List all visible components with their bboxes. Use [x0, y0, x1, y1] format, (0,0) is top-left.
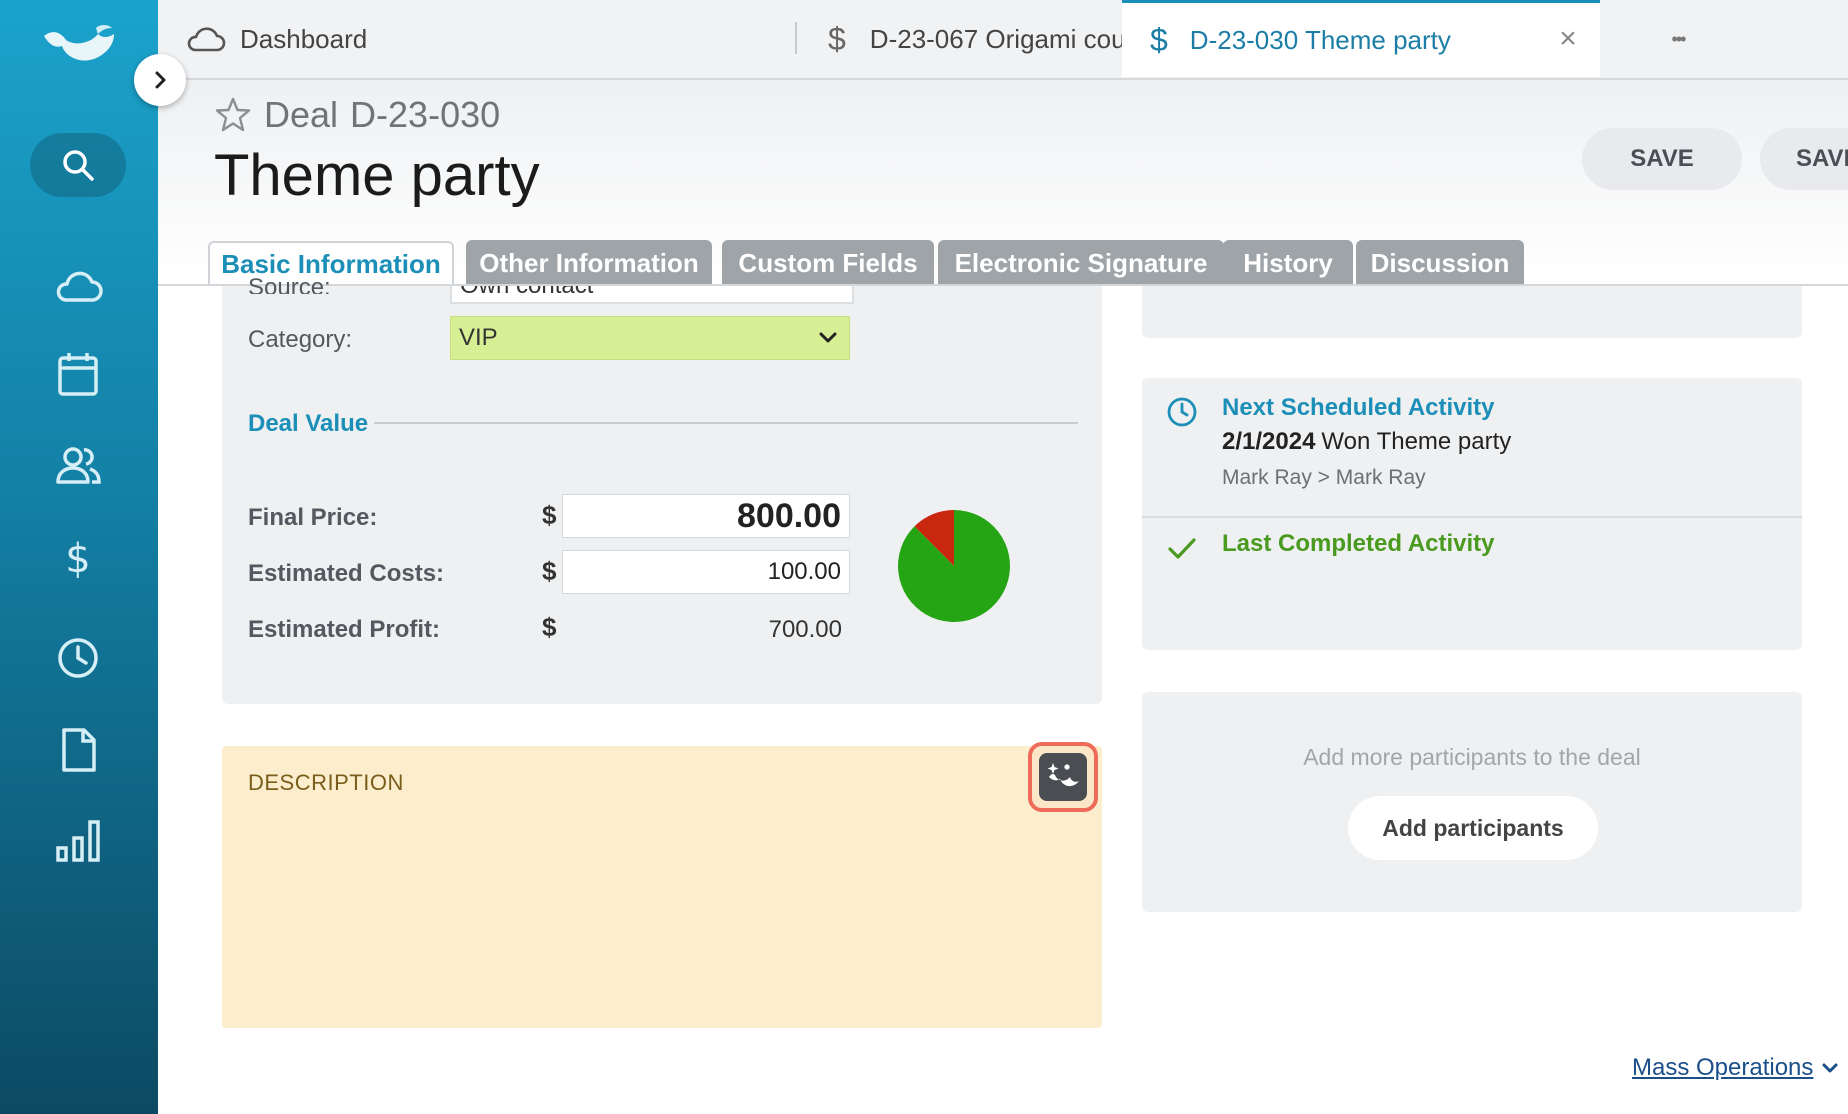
estimated-costs-input[interactable]: 100.00 [562, 550, 850, 594]
estimated-costs-label: Estimated Costs: [248, 560, 445, 587]
tab-electronic-signature[interactable]: Electronic Signature [938, 240, 1224, 286]
source-select[interactable]: Own contact [450, 286, 854, 304]
divider [1142, 516, 1802, 518]
clock-icon[interactable] [52, 632, 104, 684]
next-activity-title[interactable]: Next Scheduled Activity [1222, 394, 1495, 422]
next-activity-summary[interactable]: 2/1/2024 Won Theme party [1222, 428, 1511, 456]
description-panel[interactable]: DESCRIPTION [222, 742, 1102, 1028]
tab-label: Dashboard [240, 23, 368, 54]
section-tabs: Basic Information Other Information Cust… [158, 240, 1848, 286]
tab-history[interactable]: History [1223, 240, 1353, 286]
activities-card: Next Scheduled Activity 2/1/2024 Won Them… [1142, 378, 1802, 650]
clock-icon [1167, 397, 1197, 427]
checkmark-icon [1168, 538, 1196, 559]
ai-assistant-icon [1039, 753, 1087, 801]
dollar-icon: $ [1150, 21, 1168, 58]
dollar-icon: $ [828, 20, 846, 57]
ai-assistant-button[interactable] [1028, 742, 1098, 812]
currency-symbol: $ [542, 556, 557, 586]
final-price-label: Final Price: [248, 504, 378, 531]
right-top-card [1142, 286, 1802, 338]
pie-slice-estimated-profit [898, 510, 1010, 622]
estimated-profit-value: 700.00 [768, 616, 842, 643]
sidebar-expand-button[interactable] [134, 54, 186, 106]
star-icon[interactable] [214, 96, 252, 134]
category-select[interactable]: VIP [450, 316, 850, 360]
tab-deal-d-23-030[interactable]: $ D-23-030 Theme party × [1122, 0, 1600, 77]
reports-icon[interactable] [52, 814, 104, 866]
mass-operations-link[interactable]: Mass Operations [1632, 1054, 1839, 1082]
close-icon[interactable]: × [1550, 21, 1586, 57]
tab-other-information[interactable]: Other Information [466, 240, 712, 286]
page-title: Theme party [214, 143, 540, 208]
tab-bar: Dashboard $ D-23-067 Origami course × $ … [158, 0, 1848, 80]
next-activity-date: 2/1/2024 [1222, 428, 1316, 455]
tab-custom-fields[interactable]: Custom Fields [722, 240, 934, 286]
save-and-close-button[interactable]: SAVE [1760, 128, 1848, 190]
tab-basic-information[interactable]: Basic Information [208, 241, 454, 286]
record-id: D-23-030 [350, 94, 501, 135]
record-type: Deal [264, 94, 339, 135]
section-divider [374, 422, 1078, 424]
cloud-icon[interactable] [52, 262, 104, 314]
tab-discussion[interactable]: Discussion [1356, 240, 1524, 286]
tab-label: D-23-030 Theme party [1189, 24, 1451, 55]
mass-operations-label: Mass Operations [1632, 1054, 1814, 1081]
next-activity-people: Mark Ray > Mark Ray [1222, 466, 1426, 489]
source-label: Source: [248, 274, 331, 294]
chevron-down-icon [819, 332, 837, 343]
estimated-profit-label: Estimated Profit: [248, 616, 441, 643]
more-tabs-button[interactable]: ••• [1628, 0, 1728, 78]
source-value: Own contact [460, 286, 593, 300]
participants-hint: Add more participants to the deal [1303, 744, 1641, 770]
category-label: Category: [248, 326, 353, 353]
save-button[interactable]: SAVE [1582, 128, 1742, 190]
whale-logo-icon[interactable] [40, 22, 118, 72]
description-title: DESCRIPTION [248, 770, 404, 795]
chevron-down-icon [1822, 1063, 1838, 1073]
tab-label: D-23-067 Origami course [869, 23, 1162, 54]
record-type-line: Deal D-23-030 [214, 94, 500, 136]
dollar-icon[interactable]: $ [52, 532, 104, 584]
cloud-icon [186, 24, 226, 54]
next-activity-text: Won Theme party [1321, 428, 1512, 455]
final-price-input[interactable]: 800.00 [562, 494, 850, 538]
chevron-right-icon [155, 71, 166, 89]
calendar-icon[interactable] [52, 348, 104, 400]
participants-card: Add more participants to the deal Add pa… [1142, 692, 1802, 912]
add-participants-button[interactable]: Add participants [1348, 796, 1598, 860]
svg-text:$: $ [65, 536, 90, 582]
category-value: VIP [459, 324, 498, 351]
document-icon[interactable] [52, 724, 104, 776]
currency-symbol: $ [542, 612, 557, 642]
search-icon[interactable] [30, 133, 126, 197]
sidebar: $ [0, 0, 158, 1114]
profit-pie-chart [898, 510, 1010, 622]
basic-info-card: Source: Own contact Category: VIP Deal V… [222, 274, 1102, 704]
contacts-icon[interactable] [52, 440, 104, 492]
last-activity-title[interactable]: Last Completed Activity [1222, 530, 1495, 558]
tab-dashboard[interactable]: Dashboard [186, 0, 367, 78]
deal-value-heading: Deal Value [248, 410, 369, 437]
currency-symbol: $ [542, 500, 557, 530]
